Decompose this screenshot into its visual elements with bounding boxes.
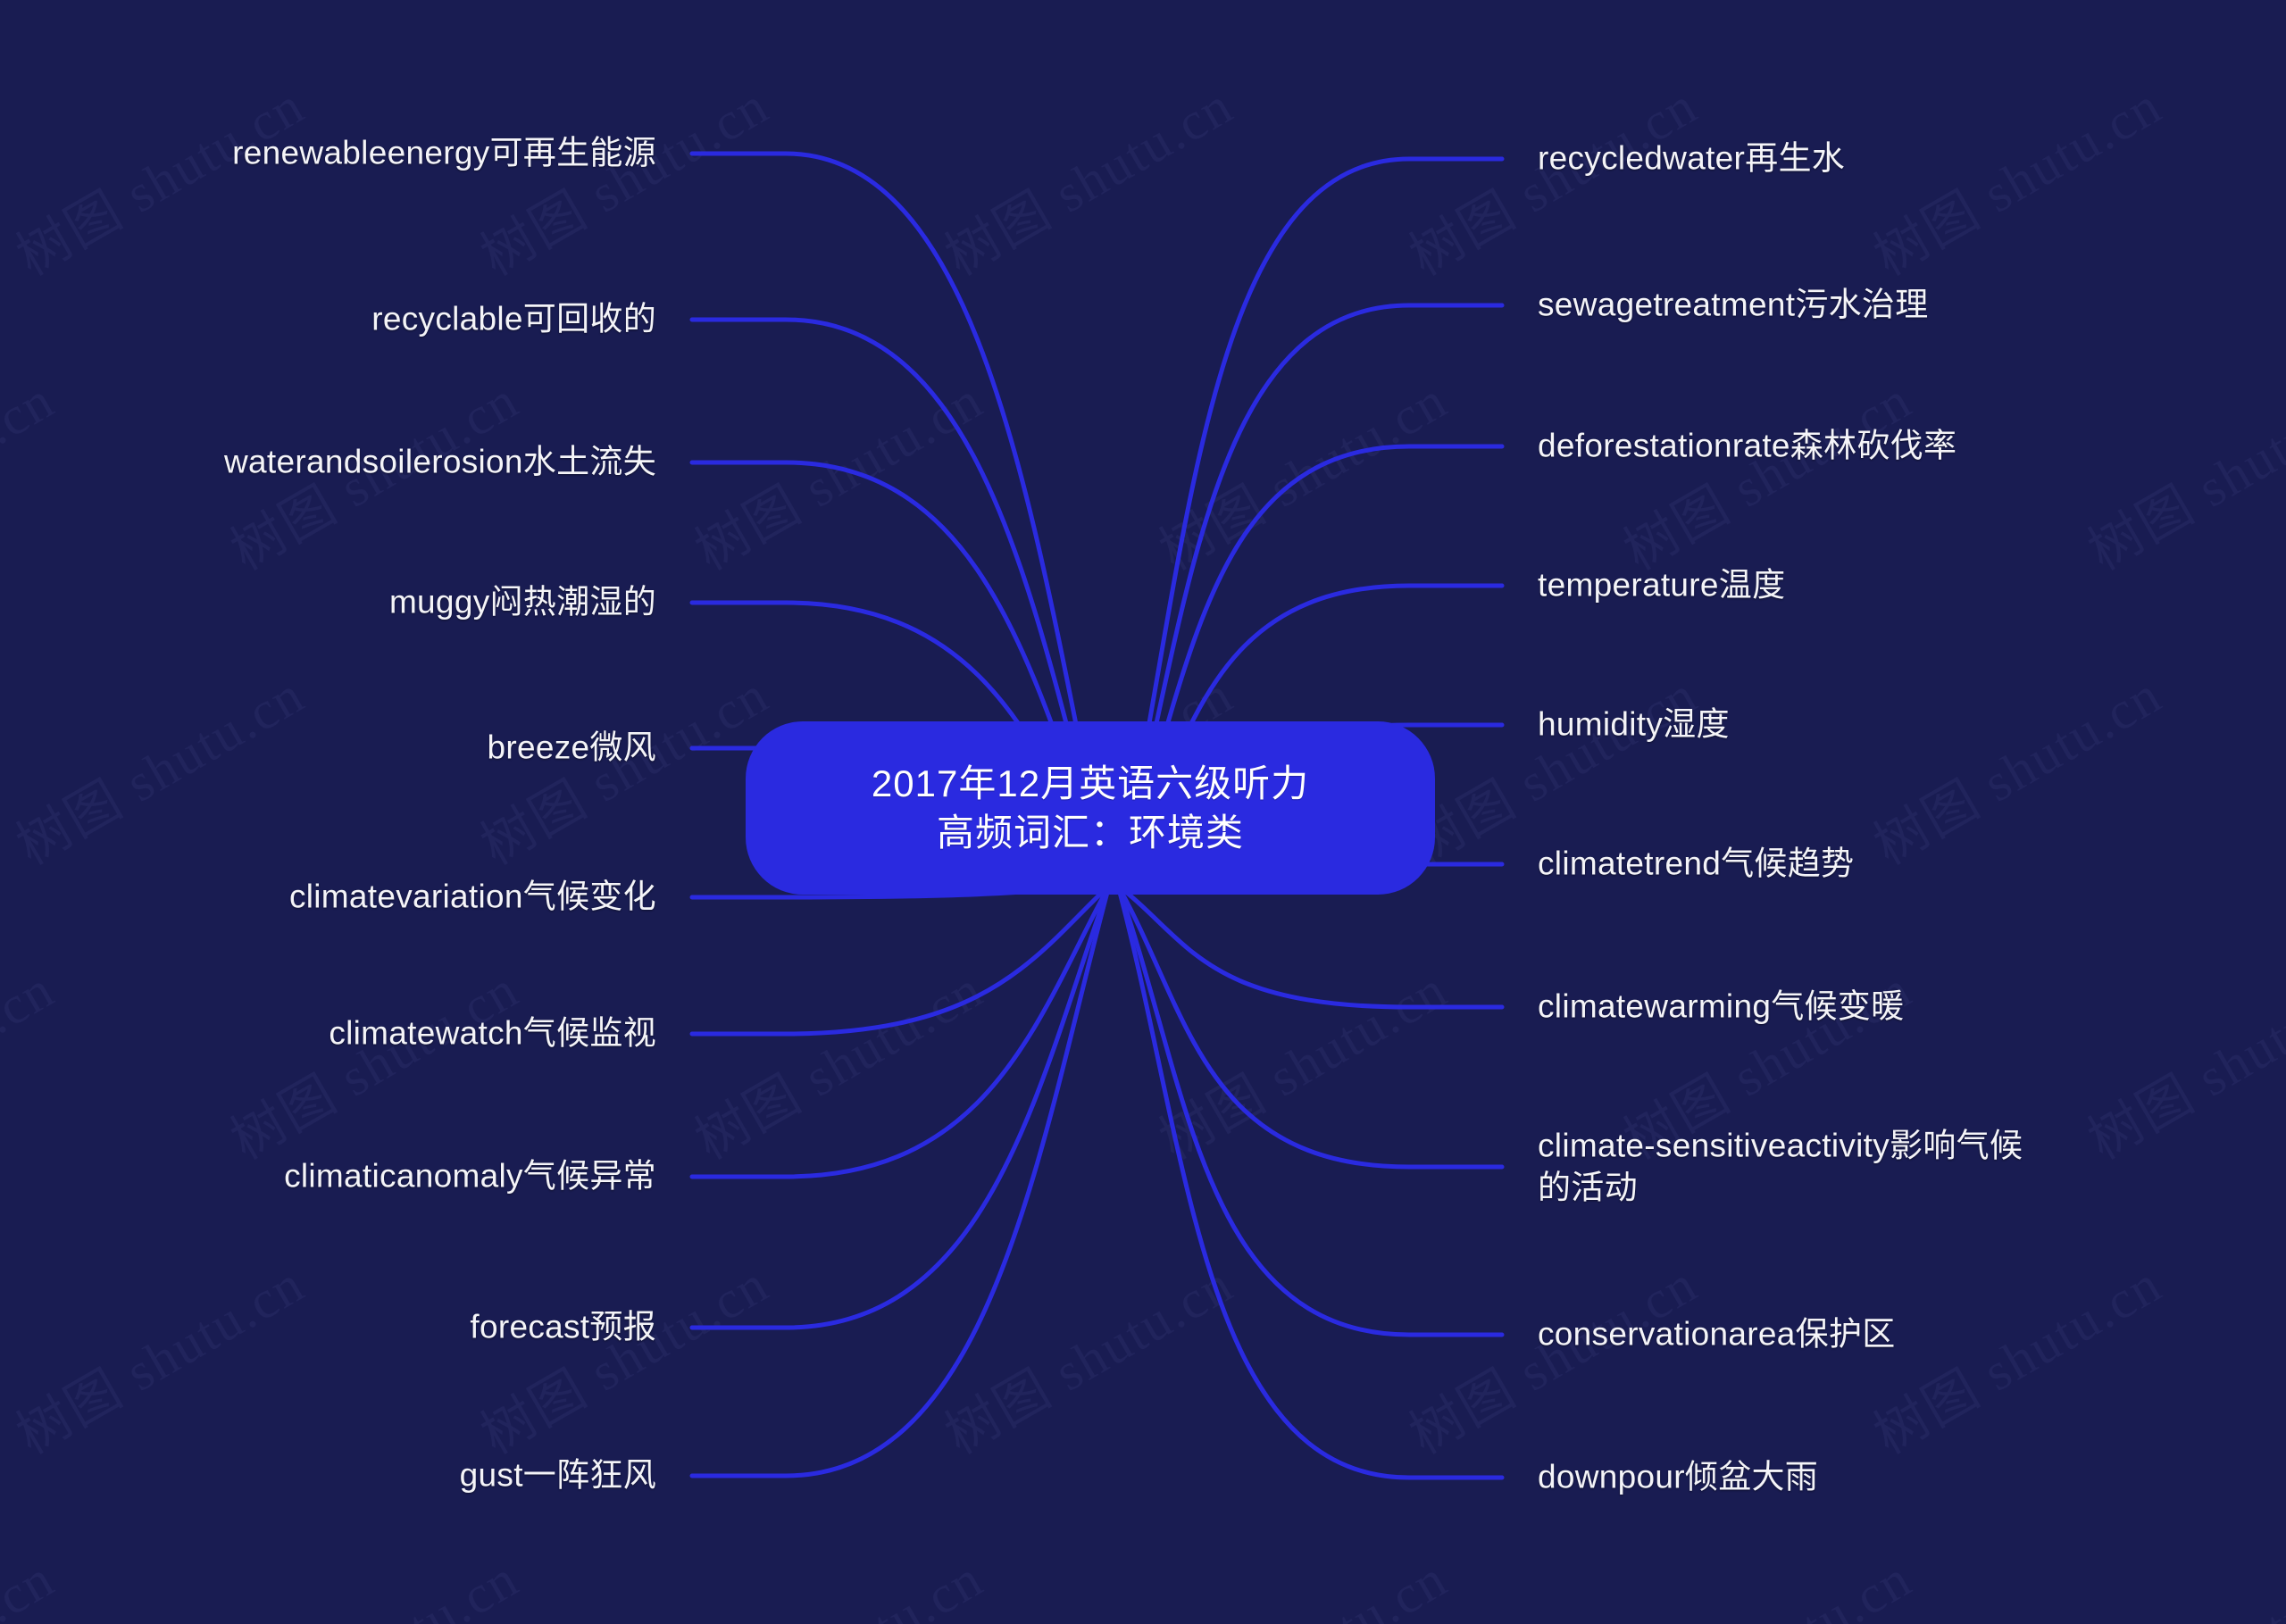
root-node[interactable]: 2017年12月英语六级听力 高频词汇：环境类 xyxy=(746,721,1435,895)
branch-label[interactable]: gust一阵狂风 xyxy=(460,1455,656,1497)
branch-label[interactable]: downpour倾盆大雨 xyxy=(1538,1457,1818,1499)
branch-curve xyxy=(1115,883,1505,1010)
branch-label[interactable]: deforestationrate森林砍伐率 xyxy=(1538,426,1956,468)
branch-label[interactable]: climatetrend气候趋势 xyxy=(1538,844,1854,886)
branch-label[interactable]: climatevariation气候变化 xyxy=(289,877,656,919)
branch-label[interactable]: climatewatch气候监视 xyxy=(329,1013,656,1055)
branch-label[interactable]: sewagetreatment污水治理 xyxy=(1538,285,1929,327)
branch-label[interactable]: breeze微风 xyxy=(487,728,656,770)
branch-label[interactable]: recycledwater再生水 xyxy=(1538,138,1845,180)
branch-label[interactable]: muggy闷热潮湿的 xyxy=(389,582,656,624)
branch-curve xyxy=(1115,883,1505,1337)
branch-label[interactable]: renewableenergy可再生能源 xyxy=(232,133,656,175)
branch-label[interactable]: waterandsoilerosion水土流失 xyxy=(224,442,656,484)
branch-curve xyxy=(689,883,1112,1037)
branch-label[interactable]: temperature温度 xyxy=(1538,565,1785,607)
branch-curve xyxy=(689,883,1112,1478)
branch-label[interactable]: climate-sensitiveactivity影响气候 的活动 xyxy=(1538,1125,2023,1208)
branch-label[interactable]: recyclable可回收的 xyxy=(371,299,656,341)
branch-curve xyxy=(1115,883,1505,1480)
branch-label[interactable]: forecast预报 xyxy=(470,1307,656,1349)
branch-label[interactable]: climaticanomaly气候异常 xyxy=(284,1156,656,1198)
root-node-label: 2017年12月英语六级听力 高频词汇：环境类 xyxy=(871,762,1310,854)
branch-curve xyxy=(1115,883,1505,1170)
branch-label[interactable]: climatewarming气候变暖 xyxy=(1538,987,1904,1029)
branch-curve xyxy=(689,883,1112,1330)
branch-label[interactable]: conservationarea保护区 xyxy=(1538,1314,1896,1356)
mindmap-canvas: 树图 shutu.cn 树图 shutu.cn 树图 shutu.cn 树图 shut… xyxy=(0,0,2286,1624)
branch-label[interactable]: humidity湿度 xyxy=(1538,704,1730,746)
